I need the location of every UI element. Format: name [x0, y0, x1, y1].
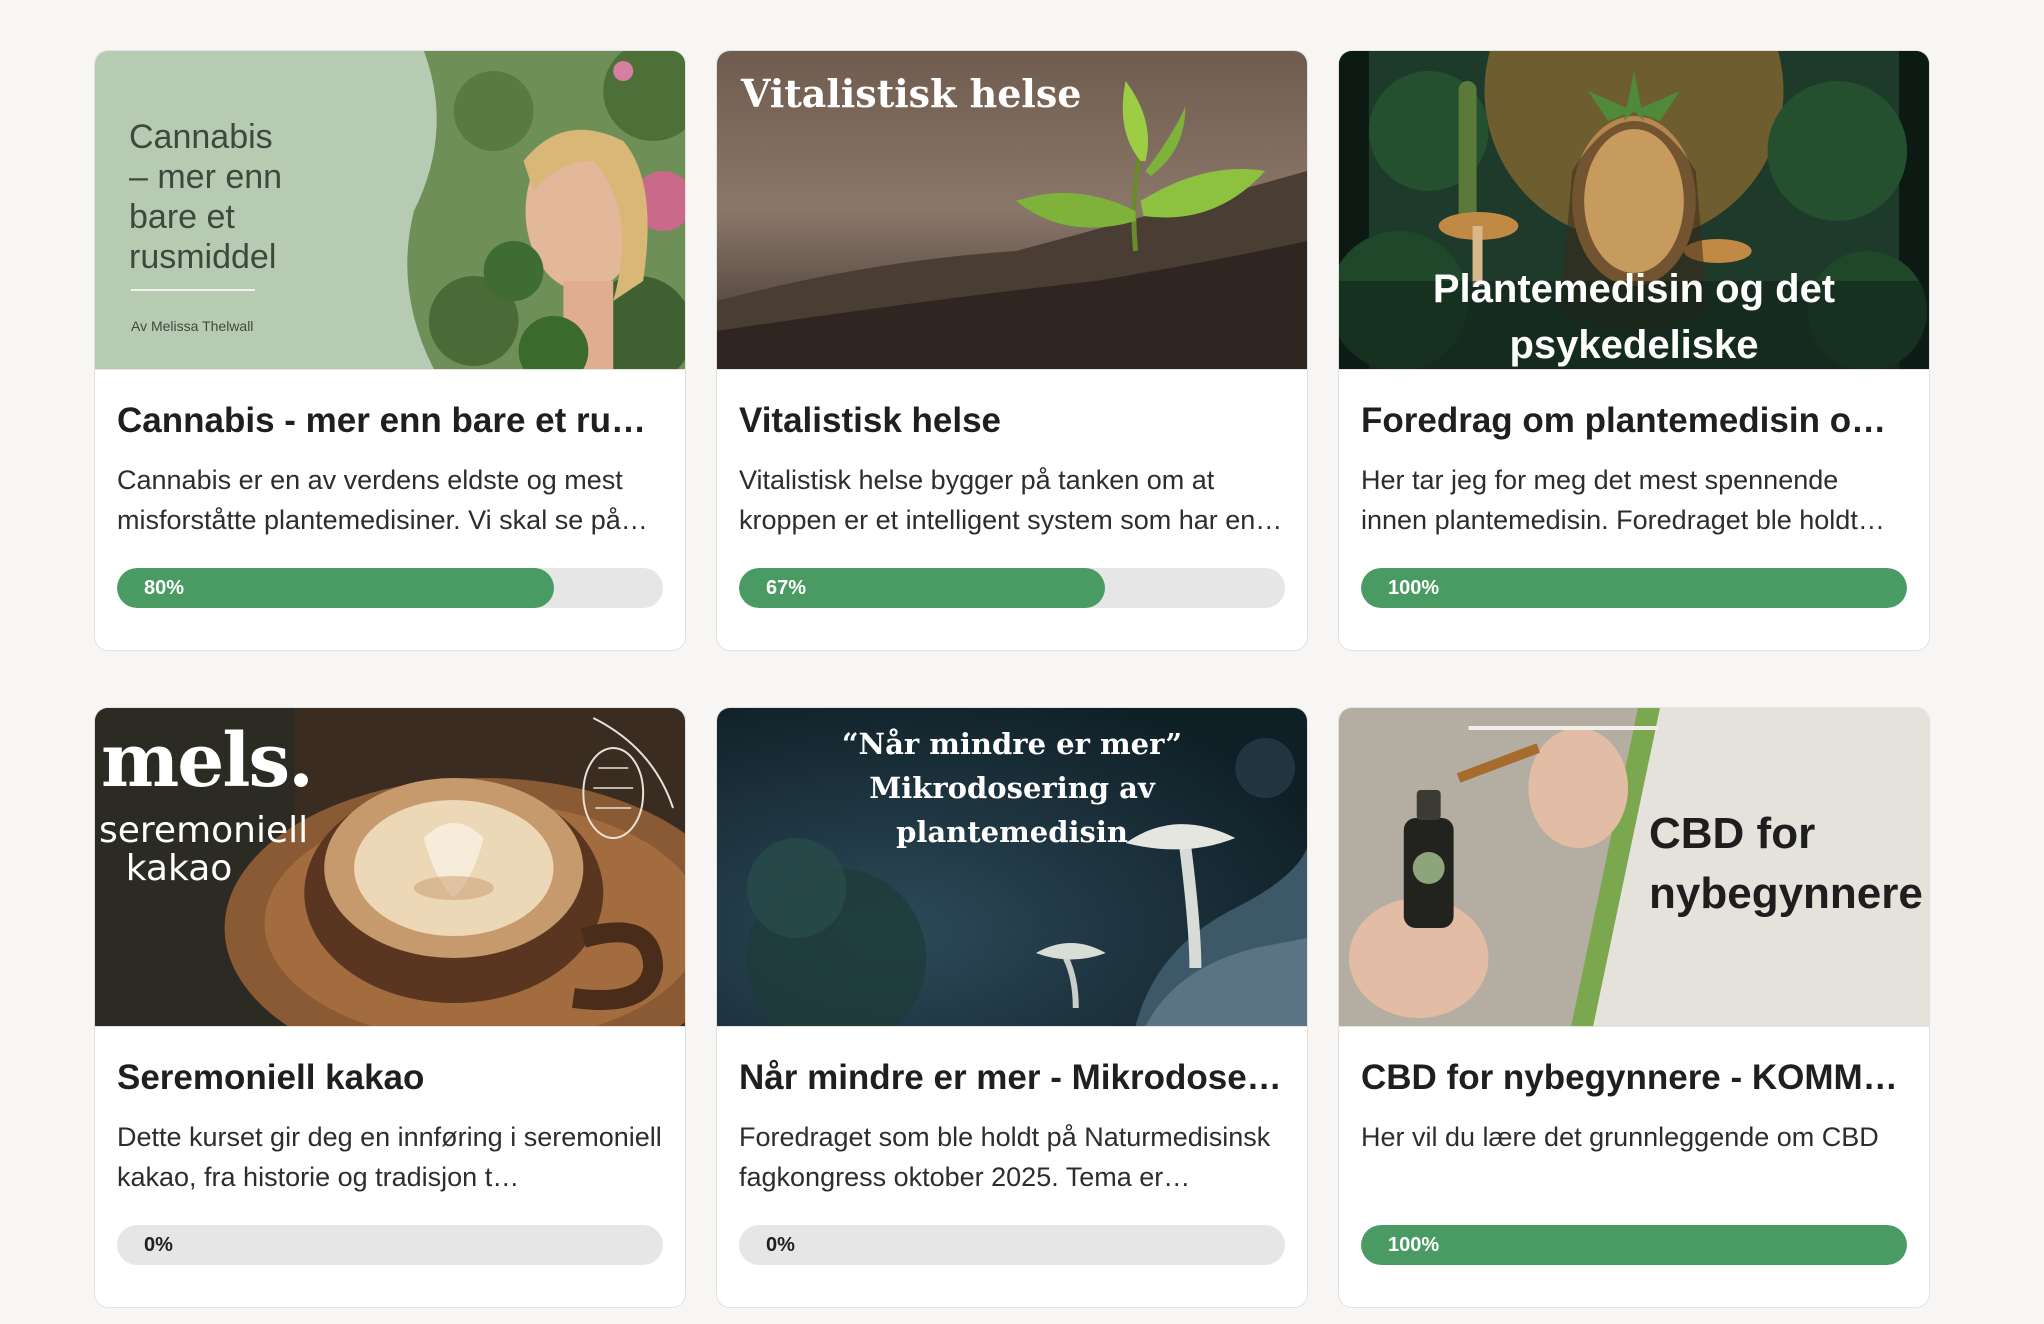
course-card-seremoniell-kakao[interactable]: mels. seremoniell kakao Seremoniell kaka… — [94, 707, 686, 1308]
progress-bar: 100% — [1361, 568, 1907, 608]
course-description: Vitalistisk helse bygger på tanken om at… — [739, 465, 1283, 535]
progress-fill — [1361, 1225, 1907, 1265]
course-card-vitalistisk-helse[interactable]: Vitalistisk helse Vitalistisk helse Vita… — [716, 50, 1308, 651]
course-description: Cannabis er en av verdens eldste og mest… — [117, 465, 648, 535]
progress-bar: 100% — [1361, 1225, 1907, 1265]
thumbnail-author: Av Melissa Thelwall — [131, 318, 254, 334]
course-description: Foredraget som ble holdt på Naturmedisin… — [739, 1122, 1271, 1192]
course-title[interactable]: Cannabis - mer enn bare et rusmi… — [117, 400, 663, 442]
thumbnail-brand: mels. — [101, 718, 314, 804]
thumbnail-divider — [131, 289, 255, 291]
course-description: Her tar jeg for meg det mest spennende i… — [1361, 465, 1858, 535]
thumbnail-title: Vitalistisk helse — [741, 71, 1082, 116]
progress-bar: 0% — [739, 1225, 1285, 1265]
course-thumbnail[interactable]: Vitalistisk helse — [717, 51, 1307, 370]
course-thumbnail[interactable]: CBD for nybegynnere — [1339, 708, 1929, 1027]
progress-bar: 80% — [117, 568, 663, 608]
course-thumbnail[interactable]: Plantemedisin og det psykedeliske — [1339, 51, 1929, 370]
progress-bar: 67% — [739, 568, 1285, 608]
progress-bar: 0% — [117, 1225, 663, 1265]
progress-label: 100% — [1388, 577, 1440, 599]
course-thumbnail[interactable]: Cannabis – mer enn bare et rusmiddel Av … — [95, 51, 685, 370]
course-card-mikrodosering[interactable]: “Når mindre er mer” Mikrodosering av pla… — [716, 707, 1308, 1308]
course-thumbnail[interactable]: “Når mindre er mer” Mikrodosering av pla… — [717, 708, 1307, 1027]
course-title[interactable]: Når mindre er mer - Mikrodoserin… — [739, 1057, 1285, 1099]
thumbnail-subtitle: seremoniell kakao — [99, 810, 309, 889]
progress-fill — [1361, 568, 1907, 608]
course-card-cannabis[interactable]: Cannabis – mer enn bare et rusmiddel Av … — [94, 50, 686, 651]
thumbnail-title: “Når mindre er mer” Mikrodosering av pla… — [841, 727, 1183, 849]
progress-label: 0% — [144, 1234, 173, 1256]
thumbnail-title: Plantemedisin og det psykedeliske — [1432, 267, 1836, 367]
progress-label: 67% — [766, 577, 807, 599]
course-title[interactable]: Foredrag om plantemedisin og de… — [1361, 400, 1907, 442]
thumbnail-title: CBD for nybegynnere — [1649, 809, 1923, 918]
course-description: Her vil du lære det grunnleggende om CBD — [1361, 1122, 1879, 1152]
course-card-cbd[interactable]: CBD for nybegynnere CBD for nybegynnere … — [1338, 707, 1930, 1308]
course-thumbnail[interactable]: mels. seremoniell kakao — [95, 708, 685, 1027]
progress-label: 80% — [144, 577, 185, 599]
course-card-plantemedisin[interactable]: Plantemedisin og det psykedeliske Foredr… — [1338, 50, 1930, 651]
course-grid: Cannabis – mer enn bare et rusmiddel Av … — [94, 50, 1930, 1308]
thumbnail-title: Cannabis – mer enn bare et rusmiddel — [129, 118, 283, 276]
progress-label: 100% — [1388, 1234, 1440, 1256]
progress-label: 0% — [766, 1234, 795, 1256]
course-description: Dette kurset gir deg en innføring i sere… — [117, 1122, 662, 1192]
course-title[interactable]: Vitalistisk helse — [739, 400, 1285, 442]
course-title[interactable]: CBD for nybegynnere - KOMMER! — [1361, 1057, 1907, 1099]
course-title[interactable]: Seremoniell kakao — [117, 1057, 663, 1099]
